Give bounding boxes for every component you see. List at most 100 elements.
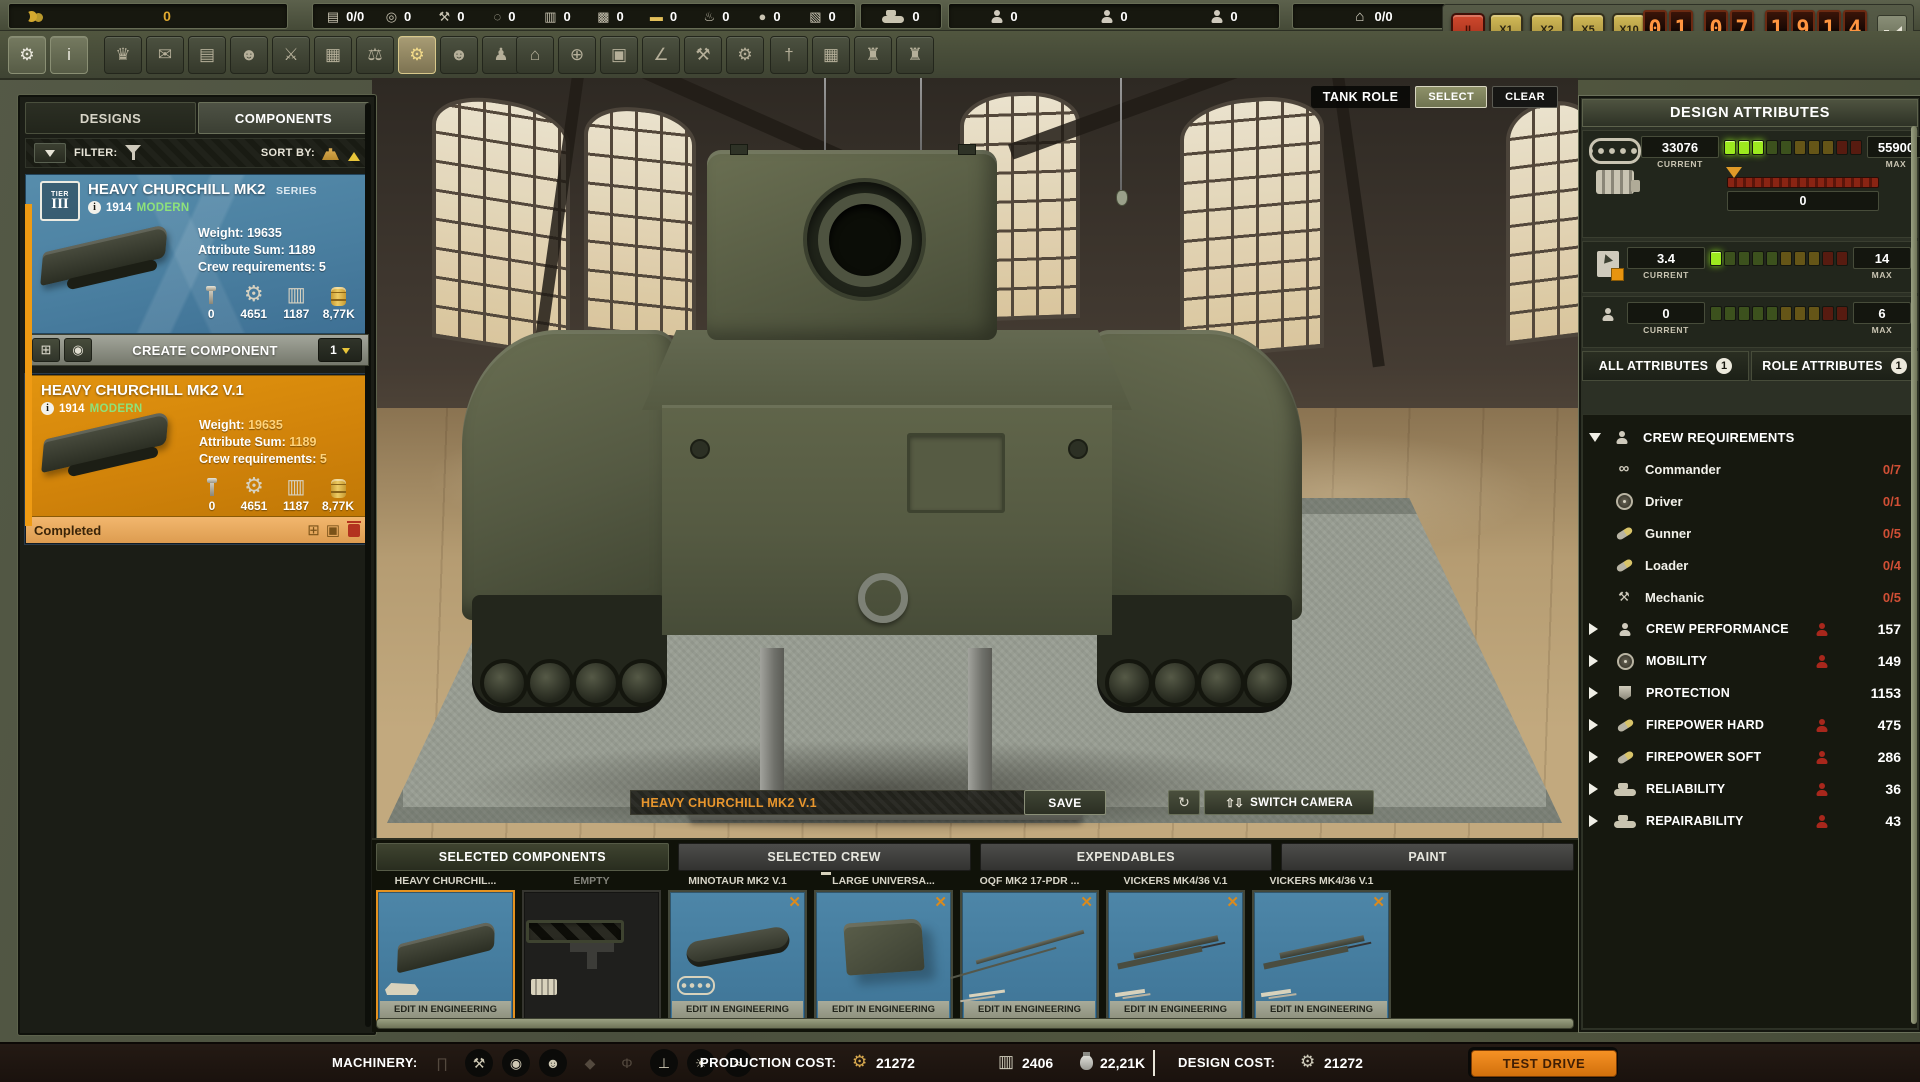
- right-panel-scrollbar[interactable]: [1911, 126, 1917, 1024]
- bottom-tab[interactable]: PAINT: [1281, 843, 1574, 871]
- crew-requirements-section[interactable]: CREW REQUIREMENTS: [1589, 421, 1911, 453]
- crew-row[interactable]: Mechanic 0/5: [1611, 581, 1911, 613]
- toolbar-button[interactable]: ♜: [896, 36, 934, 74]
- crew-row[interactable]: Gunner 0/5: [1611, 517, 1911, 549]
- attribute-row[interactable]: PROTECTION 1153: [1589, 677, 1911, 709]
- attribute-tab[interactable]: ALL ATTRIBUTES 1: [1582, 351, 1749, 381]
- edit-in-engineering-button[interactable]: EDIT IN ENGINEERING: [1256, 1001, 1387, 1018]
- crew-row[interactable]: Loader 0/4: [1611, 549, 1911, 581]
- left-panel-scrollbar[interactable]: [365, 103, 371, 1027]
- delete-icon[interactable]: [348, 524, 360, 537]
- expand-icon[interactable]: [1589, 655, 1604, 667]
- unpin-icon[interactable]: ✕: [1372, 893, 1385, 911]
- component-card[interactable]: ✕ EDIT IN ENGINEERING: [960, 890, 1099, 1022]
- component-card[interactable]: ✕ EDIT IN ENGINEERING: [1252, 890, 1391, 1022]
- attribute-tab[interactable]: ROLE ATTRIBUTES 1: [1751, 351, 1918, 381]
- toolbar-button[interactable]: ⊕: [558, 36, 596, 74]
- tank-role-select-button[interactable]: SELECT: [1415, 86, 1487, 108]
- expand-icon[interactable]: [1589, 687, 1604, 699]
- edit-in-engineering-button[interactable]: [526, 920, 624, 943]
- create-count-dropdown[interactable]: 1: [318, 338, 362, 362]
- toolbar-button[interactable]: i: [50, 36, 88, 74]
- machine-icon[interactable]: Φ: [613, 1049, 641, 1077]
- attribute-row[interactable]: RELIABILITY 36: [1589, 773, 1911, 805]
- tank-viewport[interactable]: TANK ROLE SELECT CLEAR HEAVY CHURCHILL M…: [372, 78, 1578, 838]
- component-card[interactable]: ✕ EDIT IN ENGINEERING: [376, 890, 515, 1022]
- bottom-tab[interactable]: SELECTED COMPONENTS: [376, 843, 669, 871]
- slider-knob[interactable]: [1726, 167, 1742, 186]
- unpin-icon[interactable]: ✕: [1080, 893, 1093, 911]
- edit-in-engineering-button[interactable]: EDIT IN ENGINEERING: [672, 1001, 803, 1018]
- unpin-icon[interactable]: ✕: [788, 893, 801, 911]
- component-card[interactable]: ✕ EDIT IN ENGINEERING: [814, 890, 953, 1022]
- unpin-icon[interactable]: ✕: [1226, 893, 1239, 911]
- filter-dropdown-button[interactable]: [34, 143, 66, 163]
- add-component-icon[interactable]: ⊞: [32, 338, 60, 362]
- crew-row[interactable]: Driver 0/1: [1611, 485, 1911, 517]
- machine-icon[interactable]: ☻: [539, 1049, 567, 1077]
- sort-weight-icon[interactable]: [322, 146, 339, 160]
- variant-card[interactable]: HEAVY CHURCHILL MK2 V.1 i 1914 MODERN We…: [26, 375, 368, 517]
- machine-icon[interactable]: ◆: [576, 1049, 604, 1077]
- toolbar-button[interactable]: ♛: [104, 36, 142, 74]
- expand-icon[interactable]: [1589, 783, 1604, 795]
- edit-in-engineering-button[interactable]: EDIT IN ENGINEERING: [1110, 1001, 1241, 1018]
- toolbar-button[interactable]: ⚒: [684, 36, 722, 74]
- toolbar-button[interactable]: ▦: [812, 36, 850, 74]
- expand-icon[interactable]: [1589, 751, 1604, 763]
- machine-icon[interactable]: ⚒: [465, 1049, 493, 1077]
- toolbar-button[interactable]: ♜: [854, 36, 892, 74]
- create-component-button[interactable]: CREATE COMPONENT: [96, 343, 314, 358]
- crew-row[interactable]: Commander 0/7: [1611, 453, 1911, 485]
- toolbar-button[interactable]: ▦: [314, 36, 352, 74]
- snapshot-icon[interactable]: ◉: [64, 338, 92, 362]
- left-panel-tab[interactable]: DESIGNS: [25, 102, 196, 134]
- component-card[interactable]: ✕: [522, 890, 661, 1022]
- toolbar-button[interactable]: ☻: [440, 36, 478, 74]
- left-panel-tab[interactable]: COMPONENTS: [198, 102, 369, 134]
- toolbar-button[interactable]: ⌂: [516, 36, 554, 74]
- save-button[interactable]: SAVE: [1024, 790, 1106, 815]
- info-icon[interactable]: i: [41, 402, 54, 415]
- attribute-row[interactable]: CREW PERFORMANCE 157: [1589, 613, 1911, 645]
- tank-role-clear-button[interactable]: CLEAR: [1492, 86, 1558, 108]
- filter-funnel-icon[interactable]: [125, 145, 141, 162]
- expand-icon[interactable]: [1589, 815, 1604, 827]
- weight-slider[interactable]: [1727, 177, 1879, 188]
- attribute-row[interactable]: FIREPOWER HARD 475: [1589, 709, 1911, 741]
- expand-icon[interactable]: [1589, 719, 1604, 731]
- toolbar-button[interactable]: ♟: [482, 36, 520, 74]
- switch-camera-button[interactable]: ⇧⇩ SWITCH CAMERA: [1204, 790, 1374, 815]
- rotate-camera-button[interactable]: ↻: [1168, 790, 1200, 815]
- attribute-row[interactable]: MOBILITY 149: [1589, 645, 1911, 677]
- test-drive-button[interactable]: TEST DRIVE: [1468, 1047, 1618, 1078]
- component-card[interactable]: ✕ EDIT IN ENGINEERING: [1106, 890, 1245, 1022]
- toolbar-button[interactable]: ∠: [642, 36, 680, 74]
- toolbar-button[interactable]: ☻: [230, 36, 268, 74]
- add-component-icon[interactable]: ⊞: [307, 523, 320, 538]
- toolbar-button[interactable]: ⚙: [726, 36, 764, 74]
- toolbar-button[interactable]: †: [770, 36, 808, 74]
- components-scrollbar[interactable]: [376, 1018, 1574, 1029]
- duplicate-icon[interactable]: ▣: [326, 523, 340, 538]
- tank-model[interactable]: [462, 150, 1302, 790]
- bottom-tab[interactable]: SELECTED CREW: [678, 843, 971, 871]
- series-card[interactable]: TIER III HEAVY CHURCHILL MK2 SERIES i 19…: [25, 174, 369, 334]
- toolbar-button[interactable]: ⚙: [398, 36, 436, 74]
- machine-icon[interactable]: ⊥: [650, 1049, 678, 1077]
- machine-icon[interactable]: ◉: [502, 1049, 530, 1077]
- attribute-row[interactable]: FIREPOWER SOFT 286: [1589, 741, 1911, 773]
- toolbar-button[interactable]: ⚖: [356, 36, 394, 74]
- expand-icon[interactable]: [1589, 623, 1604, 635]
- edit-in-engineering-button[interactable]: EDIT IN ENGINEERING: [818, 1001, 949, 1018]
- attribute-row[interactable]: REPAIRABILITY 43: [1589, 805, 1911, 837]
- toolbar-button[interactable]: ⚔: [272, 36, 310, 74]
- info-icon[interactable]: i: [88, 201, 101, 214]
- unpin-icon[interactable]: ✕: [934, 893, 947, 911]
- edit-in-engineering-button[interactable]: EDIT IN ENGINEERING: [380, 1001, 511, 1018]
- bottom-tab[interactable]: EXPENDABLES: [980, 843, 1273, 871]
- edit-in-engineering-button[interactable]: EDIT IN ENGINEERING: [964, 1001, 1095, 1018]
- toolbar-button[interactable]: ✉: [146, 36, 184, 74]
- machine-icon[interactable]: ∏: [428, 1049, 456, 1077]
- component-card[interactable]: ✕ EDIT IN ENGINEERING: [668, 890, 807, 1022]
